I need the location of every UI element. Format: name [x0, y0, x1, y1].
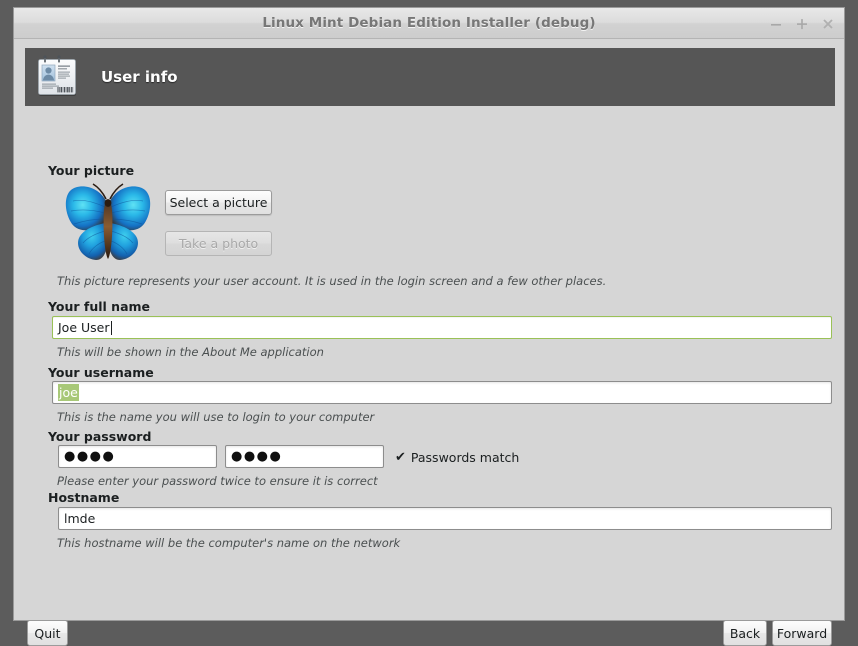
maximize-icon[interactable] — [794, 16, 810, 32]
fullname-input[interactable]: Joe User — [52, 316, 832, 339]
select-picture-button[interactable]: Select a picture — [165, 190, 272, 215]
page-title: User info — [101, 68, 178, 86]
window-body: User info Your picture Select a picture … — [14, 39, 844, 646]
fullname-hint: This will be shown in the About Me appli… — [57, 345, 324, 359]
fullname-value: Joe User — [58, 320, 110, 335]
username-input[interactable]: joe — [52, 381, 832, 404]
butterfly-avatar — [60, 177, 156, 269]
password-confirm-value: ●●●● — [231, 449, 283, 464]
hostname-hint: This hostname will be the computer's nam… — [57, 536, 401, 550]
window-titlebar: Linux Mint Debian Edition Installer (deb… — [14, 8, 844, 39]
password-input[interactable]: ●●●● — [58, 445, 217, 468]
hostname-label: Hostname — [48, 490, 120, 505]
password-label: Your password — [48, 429, 152, 444]
username-label: Your username — [48, 365, 154, 380]
window-controls — [768, 8, 836, 39]
check-icon: ✔ — [395, 450, 406, 465]
minimize-icon[interactable] — [768, 16, 784, 32]
password-confirm-input[interactable]: ●●●● — [225, 445, 384, 468]
username-value: joe — [58, 384, 79, 401]
id-card-icon — [35, 54, 81, 100]
form-content: Your picture Select a picture Take a pho… — [14, 115, 844, 646]
password-hint: Please enter your password twice to ensu… — [57, 474, 378, 488]
take-photo-button[interactable]: Take a photo — [165, 231, 272, 256]
fullname-label: Your full name — [48, 299, 151, 314]
window-title: Linux Mint Debian Edition Installer (deb… — [262, 15, 596, 31]
page-header: User info — [25, 48, 835, 106]
username-hint: This is the name you will use to login t… — [57, 410, 375, 424]
forward-button[interactable]: Forward — [772, 620, 832, 646]
hostname-input[interactable]: lmde — [58, 507, 832, 530]
installer-window: Linux Mint Debian Edition Installer (deb… — [13, 7, 845, 646]
close-icon[interactable] — [820, 16, 836, 32]
password-value: ●●●● — [64, 449, 116, 464]
picture-label: Your picture — [48, 163, 135, 178]
back-button[interactable]: Back — [723, 620, 767, 646]
quit-button[interactable]: Quit — [27, 620, 68, 646]
passwords-match-status: ✔ Passwords match — [395, 450, 519, 465]
picture-hint: This picture represents your user accoun… — [57, 274, 607, 288]
passwords-match-label: Passwords match — [410, 450, 520, 465]
text-caret — [110, 320, 112, 335]
hostname-value: lmde — [64, 511, 96, 526]
